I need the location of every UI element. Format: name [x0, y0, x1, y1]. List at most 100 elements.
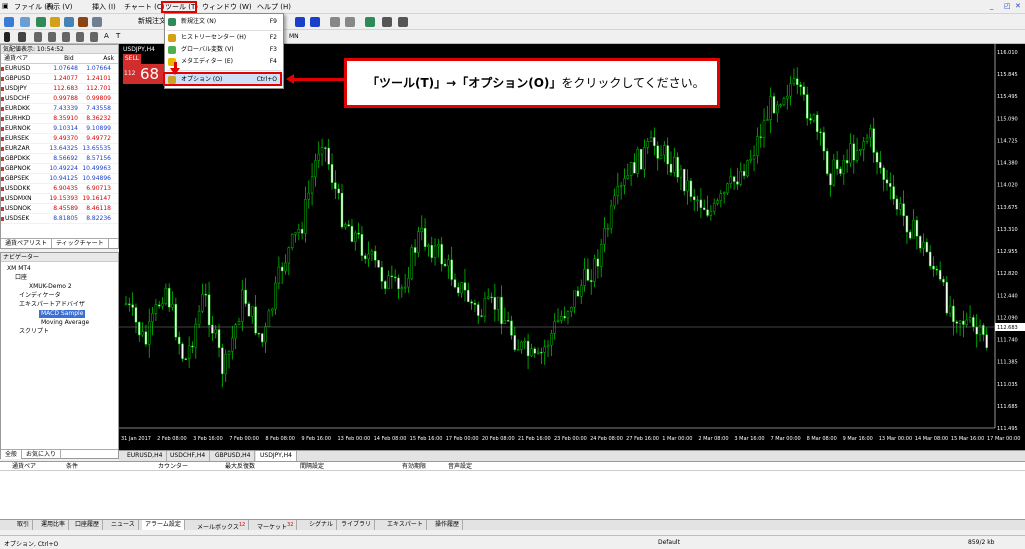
col-ask[interactable]: Ask [78, 54, 118, 63]
menu-item-global-variables[interactable]: グローバル変数 (V) F3 [165, 44, 283, 56]
market-watch-row[interactable]: GBPDKK 8.56692 8.57156 [1, 154, 118, 164]
timeframe-mn[interactable]: MN [289, 33, 299, 40]
market-watch-row[interactable]: EURZAR 13.64325 13.65535 [1, 144, 118, 154]
tab-market[interactable]: マーケット32 [254, 520, 298, 531]
tab-history[interactable]: 口座履歴 [72, 520, 104, 530]
nav-item-expert-advisors[interactable]: エキスパートアドバイザ [19, 301, 85, 309]
tab-experts[interactable]: エキスパート [384, 520, 427, 530]
nav-item-indicators[interactable]: インディケータ [19, 292, 61, 300]
indicators-icon[interactable] [365, 17, 375, 27]
market-watch-icon[interactable] [36, 17, 46, 27]
tab-news[interactable]: ニュース [108, 520, 139, 530]
price-tick-label: 111.385 [997, 360, 1018, 366]
tab-exposure[interactable]: 運用比率 [38, 520, 70, 530]
menu-view[interactable]: 表示 (V) [46, 2, 72, 12]
tab-favorites[interactable]: お気に入り [22, 450, 62, 459]
market-watch-row[interactable]: EURDKK 7.43339 7.43558 [1, 104, 118, 114]
terminal-icon[interactable] [78, 17, 88, 27]
market-watch-row[interactable]: USDMXN 19.15393 19.16147 [1, 194, 118, 204]
candle-body [792, 78, 796, 85]
trendline-icon[interactable] [62, 32, 70, 42]
tab-signals[interactable]: シグナル [306, 520, 338, 530]
menu-insert[interactable]: 挿入 (I) [92, 2, 116, 12]
symbol-name: USDMXN [1, 194, 47, 203]
tab-symbols[interactable]: 通貨ペアリスト [1, 239, 53, 248]
periods-icon[interactable] [382, 17, 392, 27]
label-tool-icon[interactable]: T [116, 32, 120, 40]
horizontal-line-icon[interactable] [48, 32, 56, 42]
nav-item-accounts[interactable]: 口座 [15, 274, 27, 282]
menu-item-new-order[interactable]: 新規注文 (N) F9 [165, 16, 283, 28]
market-watch-row[interactable]: GBPUSD 1.24077 1.24101 [1, 74, 118, 84]
menu-item-history-center[interactable]: ヒストリーセンター (H) F2 [165, 32, 283, 44]
menu-window[interactable]: ウィンドウ (W) [202, 2, 252, 12]
text-tool-icon[interactable]: A [104, 32, 109, 40]
col-interval[interactable]: 間隔設定 [300, 462, 324, 471]
candle-body [609, 205, 613, 229]
market-watch-row[interactable]: EURNOK 9.10314 9.10899 [1, 124, 118, 134]
col-bid[interactable]: Bid [37, 54, 77, 63]
market-watch-row[interactable]: USDDKK 6.90435 6.90713 [1, 184, 118, 194]
market-watch-row[interactable]: GBPSEK 10.94125 10.94896 [1, 174, 118, 184]
zoom-in-icon[interactable] [295, 17, 305, 27]
tile-windows-icon[interactable] [330, 17, 340, 27]
new-order-button[interactable]: 新規注文 [138, 16, 166, 26]
nav-item-xm[interactable]: XM MT4 [7, 265, 31, 273]
tab-mailbox[interactable]: メールボックス12 [194, 520, 250, 531]
candle-body [975, 326, 978, 335]
date-tick-label: 23 Feb 00:00 [554, 436, 587, 442]
market-watch-row[interactable]: USDNOK 8.45589 8.46118 [1, 204, 118, 214]
cursor-icon[interactable] [4, 32, 10, 42]
zoom-out-icon[interactable] [310, 17, 320, 27]
tab-tick-chart[interactable]: ティックチャート [52, 239, 109, 248]
chart-tab-usdchf[interactable]: USDCHF,H4 [166, 451, 211, 461]
col-counter[interactable]: カウンター [158, 462, 188, 471]
tab-library[interactable]: ライブラリ [338, 520, 376, 530]
market-watch-row[interactable]: EURSEK 9.49370 9.49772 [1, 134, 118, 144]
candle-body [589, 280, 593, 282]
menu-help[interactable]: ヘルプ (H) [257, 2, 291, 12]
templates-icon[interactable] [398, 17, 408, 27]
chart-tab-gbpusd[interactable]: GBPUSD,H4 [211, 451, 256, 461]
close-icon[interactable]: ✕ [1015, 2, 1021, 10]
channel-icon[interactable] [76, 32, 84, 42]
col-symbol[interactable]: 通貨ペア [12, 462, 36, 471]
chart-shift-icon[interactable] [345, 17, 355, 27]
profiles-icon[interactable] [20, 17, 30, 27]
vertical-line-icon[interactable] [34, 32, 42, 42]
market-watch-row[interactable]: USDCHF 0.99788 0.99809 [1, 94, 118, 104]
menu-item-metaeditor[interactable]: メタエディター (E) F4 [165, 56, 283, 68]
candle-body [885, 179, 889, 184]
crosshair-icon[interactable] [18, 32, 26, 42]
ask-value: 10.49963 [82, 165, 111, 172]
market-watch-row[interactable]: EURHKD 8.35910 8.36232 [1, 114, 118, 124]
minimize-icon[interactable]: _ [990, 2, 994, 10]
chart-tab-usdjpy[interactable]: USDJPY,H4 [256, 451, 297, 461]
menu-chart[interactable]: チャート (C) [124, 2, 165, 12]
tab-alerts[interactable]: アラーム設定 [142, 520, 185, 530]
market-watch-row[interactable]: EURUSD 1.07648 1.07664 [1, 64, 118, 74]
tester-icon[interactable] [92, 17, 102, 27]
col-condition[interactable]: 条件 [66, 462, 78, 471]
col-expiry[interactable]: 有効期限 [402, 462, 426, 471]
market-watch-row[interactable]: USDJPY 112.683 112.701 [1, 84, 118, 94]
sell-button[interactable]: SELL [123, 54, 141, 64]
market-watch-row[interactable]: USDSEK 8.81805 8.82236 [1, 214, 118, 224]
nav-item-macd-sample[interactable]: MACD Sample [39, 310, 86, 318]
tab-trade[interactable]: 取引 [14, 520, 34, 530]
restore-icon[interactable]: ◰ [1004, 2, 1011, 10]
navigator-icon[interactable] [64, 17, 74, 27]
nav-item-moving-average[interactable]: Moving Average [41, 319, 89, 327]
nav-item-scripts[interactable]: スクリプト [19, 328, 49, 336]
new-chart-icon[interactable] [4, 17, 14, 27]
col-symbol[interactable]: 通貨ペア [1, 54, 37, 63]
tab-general[interactable]: 全般 [1, 450, 23, 459]
nav-item-demo-account[interactable]: XMUK-Demo 2 [29, 283, 72, 291]
col-sound[interactable]: 音声設定 [448, 462, 472, 471]
fibonacci-icon[interactable] [90, 32, 98, 42]
tab-journal[interactable]: 操作履歴 [432, 520, 464, 530]
col-max-iterations[interactable]: 最大反復数 [225, 462, 255, 471]
chart-tab-eurusd[interactable]: EURUSD,H4 [123, 451, 168, 461]
data-window-icon[interactable] [50, 17, 60, 27]
market-watch-row[interactable]: GBPNOK 10.49224 10.49963 [1, 164, 118, 174]
